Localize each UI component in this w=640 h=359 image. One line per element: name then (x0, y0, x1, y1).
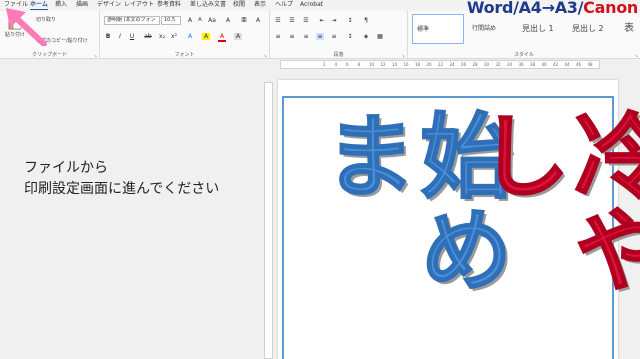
ruler-number: 6 (346, 62, 349, 67)
tab-draw[interactable]: 描画 (76, 1, 88, 9)
ruler-number: 34 (507, 62, 513, 67)
show-marks-icon[interactable]: ¶ (362, 17, 370, 24)
char-shading-button[interactable]: A (234, 33, 242, 40)
justify-icon[interactable]: ≡ (316, 33, 324, 40)
ruler-number: 30 (484, 62, 490, 67)
instruction-line-2: 印刷設定画面に進んでください (24, 181, 220, 197)
instruction-line-1: ファイルから (24, 160, 108, 176)
paragraph-launcher-icon[interactable]: ↘ (402, 53, 405, 58)
style-title[interactable]: 表 (620, 14, 640, 44)
ruler-number: 24 (449, 62, 455, 67)
headline-brand: Canon (583, 0, 638, 17)
paragraph-group-label: 段落 (333, 52, 344, 58)
line-spacing-icon[interactable]: ↕ (346, 33, 354, 40)
borders-icon[interactable]: ▦ (376, 33, 384, 40)
italic-button[interactable]: I (116, 33, 124, 40)
ruler-number: 4 (334, 62, 338, 67)
bold-button[interactable]: B (104, 33, 112, 40)
tab-insert[interactable]: 挿入 (55, 1, 67, 9)
headline-overlay: Word/A4→A3/Canon (467, 0, 638, 17)
clear-format-icon[interactable]: A (224, 17, 232, 24)
text-effect-button[interactable]: A (186, 33, 194, 40)
paragraph-group: ☰ ☰ ☰ ⇤ ⇥ ↕ ¶ ≡ ≡ ≡ ≡ ≡ ↕ ◈ ▦ 段落 ↘ (270, 11, 408, 59)
ruler-number: 2 (323, 62, 326, 67)
ruler-number: 36 (518, 62, 524, 67)
font-size-select[interactable]: 10.5 (161, 16, 181, 25)
distributed-icon[interactable]: ≡ (330, 33, 338, 40)
ruler-number: 22 (438, 62, 444, 67)
phonetic-icon[interactable]: 亜 (240, 17, 248, 24)
red-vertical-text[interactable]: 冷やし (462, 107, 640, 359)
highlight-button[interactable]: A (202, 33, 210, 40)
ribbon: 貼り付け 切り取り 書式のコピー/貼り付け クリップボード ↘ 游明朝 (本文の… (0, 11, 640, 59)
horizontal-ruler[interactable]: 2 4 6 8 10 12 14 16 18 20 22 24 26 28 30 32 34 36 38 40 42 44… (280, 60, 600, 69)
style-no-spacing[interactable]: 行間詰め (468, 14, 518, 44)
ruler-number: 42 (553, 62, 559, 67)
font-group: 游明朝 (本文のフォン 10.5 A A Aa A 亜 A B I U ab x… (100, 11, 270, 59)
instruction-text: ファイルから 印刷設定画面に進んでください (24, 158, 219, 200)
clipboard-launcher-icon[interactable]: ↘ (94, 53, 97, 58)
clipboard-group-label: クリップボード (31, 52, 67, 58)
tab-help[interactable]: ヘルプ (275, 1, 293, 9)
subscript-button[interactable]: x₂ (158, 33, 166, 40)
tab-view[interactable]: 表示 (254, 1, 266, 9)
bullets-icon[interactable]: ☰ (274, 17, 282, 24)
align-left-icon[interactable]: ≡ (274, 33, 282, 40)
style-heading-1[interactable]: 見出し 1 (518, 14, 568, 44)
underline-button[interactable]: U (128, 33, 136, 40)
strikethrough-button[interactable]: ab (144, 33, 152, 40)
align-right-icon[interactable]: ≡ (302, 33, 310, 40)
styles-group-label: スタイル (513, 52, 534, 58)
superscript-button[interactable]: x² (170, 33, 178, 40)
style-normal[interactable]: 標準 (412, 14, 464, 44)
styles-group: 標準 行間詰め 見出し 1 見出し 2 表 スタイル ↘ (408, 11, 640, 59)
ruler-number: 8 (357, 62, 361, 67)
grow-font-icon[interactable]: A (186, 17, 194, 24)
decrease-indent-icon[interactable]: ⇤ (318, 17, 326, 24)
ruler-number: 44 (564, 62, 570, 67)
ruler-number: 18 (415, 62, 421, 67)
font-name-select[interactable]: 游明朝 (本文のフォン (104, 16, 160, 25)
headline-size: A4→A3 (518, 0, 578, 17)
document-page[interactable]: 始めま 冷やし (278, 80, 640, 359)
change-case-icon[interactable]: Aa (208, 17, 216, 24)
tab-mailings[interactable]: 差し込み文書 (190, 1, 226, 9)
multilevel-list-icon[interactable]: ☰ (302, 17, 310, 24)
ruler-number: 46 (576, 62, 582, 67)
style-heading-2[interactable]: 見出し 2 (568, 14, 618, 44)
vertical-ruler[interactable] (264, 82, 273, 359)
ruler-number: 48 (587, 62, 593, 67)
styles-launcher-icon[interactable]: ↘ (635, 53, 638, 58)
font-color-button[interactable]: A (218, 33, 226, 42)
align-center-icon[interactable]: ≡ (288, 33, 296, 40)
ruler-number: 14 (392, 62, 398, 67)
ruler-number: 32 (495, 62, 501, 67)
headline-word: Word (466, 0, 514, 17)
tab-layout[interactable]: レイアウト (124, 1, 154, 9)
numbering-icon[interactable]: ☰ (288, 17, 296, 24)
tab-design[interactable]: デザイン (97, 1, 121, 9)
ruler-number: 12 (380, 62, 386, 67)
font-group-label: フォント (174, 52, 195, 58)
shrink-font-icon[interactable]: A (196, 17, 204, 24)
pointer-arrow-icon (6, 8, 47, 46)
sort-icon[interactable]: ↕ (346, 17, 354, 24)
font-launcher-icon[interactable]: ↘ (264, 53, 267, 58)
tab-acrobat[interactable]: Acrobat (300, 1, 323, 9)
tab-review[interactable]: 校閲 (233, 1, 245, 9)
shading-icon[interactable]: ◈ (362, 33, 370, 40)
ruler-number: 28 (472, 62, 478, 67)
char-border-icon[interactable]: A (254, 17, 262, 24)
ruler-number: 26 (461, 62, 467, 67)
ruler-number: 10 (369, 62, 375, 67)
increase-indent-icon[interactable]: ⇥ (330, 17, 338, 24)
ruler-number: 38 (530, 62, 536, 67)
ruler-number: 40 (541, 62, 547, 67)
ruler-number: 20 (426, 62, 432, 67)
ruler-number: 16 (403, 62, 409, 67)
tab-references[interactable]: 参考資料 (157, 1, 181, 9)
